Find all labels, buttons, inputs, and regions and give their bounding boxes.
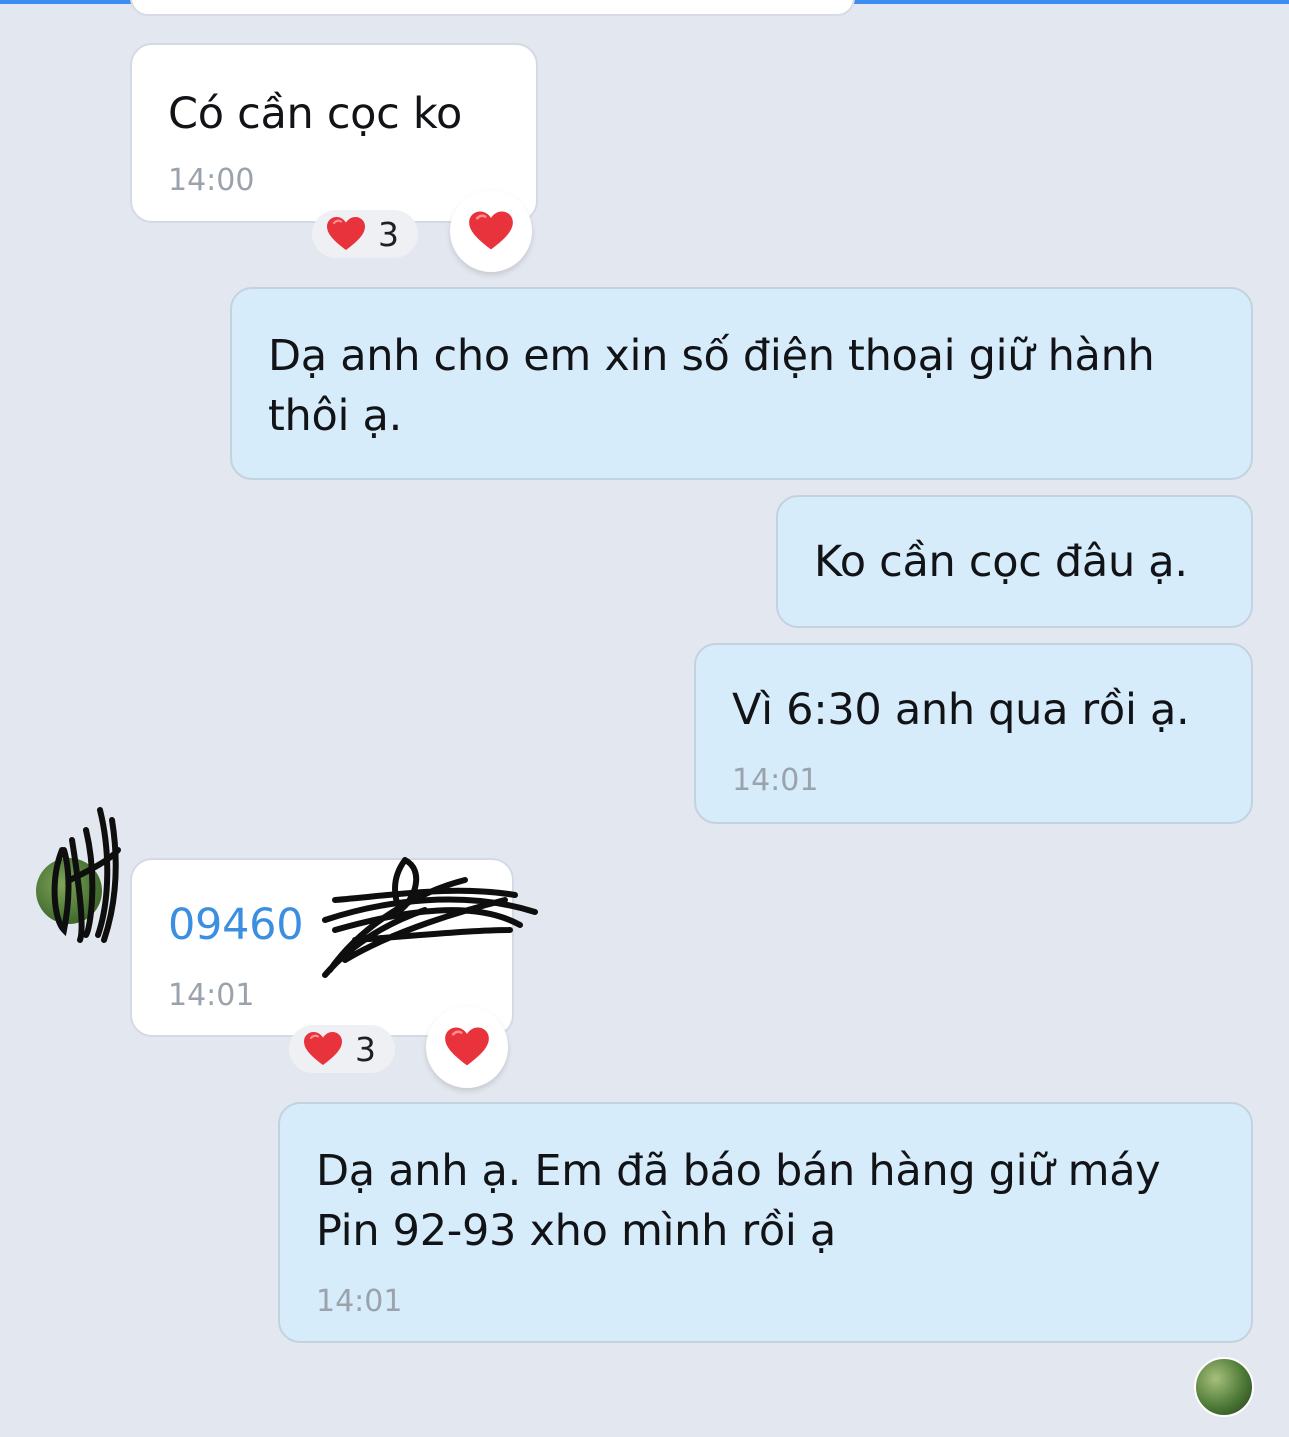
heart-icon xyxy=(326,216,366,252)
reaction-count-pill[interactable]: 3 xyxy=(312,210,418,258)
message-time: 14:01 xyxy=(168,978,255,1013)
previous-message-bubble[interactable] xyxy=(130,0,855,16)
message-text-line-2: Pin 92-93 xho mình rồi ạ xyxy=(316,1206,836,1256)
heart-icon xyxy=(303,1031,343,1067)
heart-icon xyxy=(444,1026,490,1068)
message-text-line-1: Dạ anh cho em xin số điện thoại giữ hành xyxy=(268,331,1155,381)
message-bubble-outgoing[interactable]: Dạ anh ạ. Em đã báo bán hàng giữ máy Pin… xyxy=(278,1102,1253,1343)
message-bubble-outgoing[interactable]: Ko cần cọc đâu ạ. xyxy=(776,495,1253,628)
scribble-redaction xyxy=(51,807,121,943)
read-receipt-avatar xyxy=(1194,1357,1254,1417)
message-text: Vì 6:30 anh qua rồi ạ. xyxy=(732,685,1190,735)
add-reaction-button[interactable] xyxy=(450,190,532,272)
reaction-count-pill[interactable]: 3 xyxy=(289,1025,395,1073)
add-reaction-button[interactable] xyxy=(426,1006,508,1088)
phone-number-link[interactable]: 09460 xyxy=(168,894,304,956)
message-text-line-2: thôi ạ. xyxy=(268,391,402,441)
message-bubble-outgoing[interactable]: Vì 6:30 anh qua rồi ạ. 14:01 xyxy=(694,643,1253,824)
message-time: 14:01 xyxy=(316,1284,403,1319)
heart-icon xyxy=(468,210,514,252)
reaction-count: 3 xyxy=(355,1029,376,1069)
message-text: Ko cần cọc đâu ạ. xyxy=(814,537,1188,587)
message-text: Có cần cọc ko xyxy=(168,89,462,139)
message-time: 14:01 xyxy=(732,763,819,798)
scribble-redaction xyxy=(322,857,538,978)
message-bubble-outgoing[interactable]: Dạ anh cho em xin số điện thoại giữ hành… xyxy=(230,287,1253,480)
message-text-line-1: Dạ anh ạ. Em đã báo bán hàng giữ máy xyxy=(316,1146,1161,1196)
reaction-count: 3 xyxy=(378,214,399,254)
message-time: 14:00 xyxy=(168,163,255,198)
